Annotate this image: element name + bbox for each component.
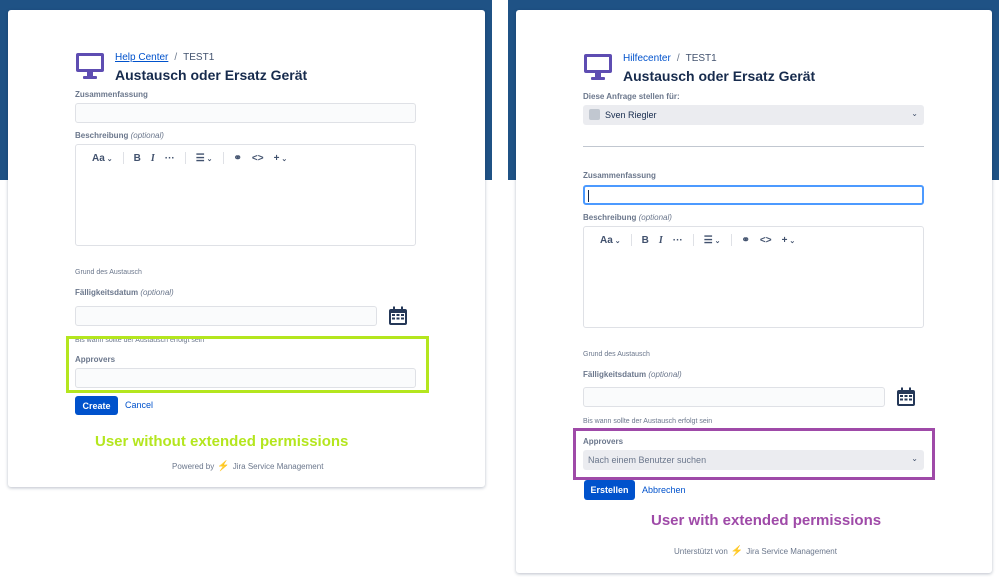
summary-input[interactable] — [583, 185, 924, 205]
breadcrumb: Hilfecenter / TEST1 — [623, 53, 717, 64]
due-date-label: Fälligkeitsdatum (optional) — [75, 288, 174, 297]
code-icon[interactable]: <> — [252, 153, 264, 164]
italic-button[interactable]: I — [151, 153, 155, 164]
text-style-button[interactable]: Aa ⌄ — [92, 153, 113, 164]
jira-bolt-icon: ⚡ — [730, 546, 744, 557]
breadcrumb-help-center[interactable]: Hilfecenter — [623, 53, 671, 64]
more-formatting-button[interactable]: ··· — [673, 235, 683, 246]
reason-label: Grund des Austausch — [75, 269, 142, 276]
create-button[interactable]: Erstellen — [584, 480, 635, 500]
request-for-label: Diese Anfrage stellen für: — [583, 92, 680, 101]
calendar-icon[interactable] — [896, 387, 916, 407]
link-icon[interactable]: ⚭ — [234, 153, 242, 164]
text-caret — [588, 190, 589, 202]
caption-without-permissions: User without extended permissions — [95, 433, 349, 450]
link-icon[interactable]: ⚭ — [742, 235, 750, 246]
list-button[interactable]: ☰ ⌄ — [704, 235, 721, 246]
due-date-input[interactable] — [75, 306, 377, 326]
powered-by-footer: Unterstützt von ⚡ Jira Service Management — [674, 546, 837, 557]
caption-with-permissions: User with extended permissions — [651, 512, 882, 529]
request-form-card: Help Center / TEST1 Austausch oder Ersatz … — [8, 10, 485, 487]
due-date-help: Bis wann sollte der Austausch erfolgt se… — [583, 418, 713, 425]
request-for-select[interactable]: Sven Riegler ⌄ — [583, 105, 924, 125]
more-formatting-button[interactable]: ··· — [165, 153, 175, 164]
insert-button[interactable]: + ⌄ — [782, 235, 796, 246]
due-date-label: Fälligkeitsdatum (optional) — [583, 370, 682, 379]
insert-button[interactable]: + ⌄ — [274, 153, 288, 164]
jira-bolt-icon: ⚡ — [217, 461, 230, 472]
monitor-icon — [584, 54, 612, 80]
summary-input[interactable] — [75, 103, 416, 123]
text-style-button[interactable]: Aa ⌄ — [600, 235, 621, 246]
breadcrumb-project[interactable]: TEST1 — [183, 52, 214, 63]
calendar-icon[interactable] — [388, 306, 408, 326]
monitor-icon — [76, 53, 104, 79]
description-editor[interactable]: Aa ⌄ B I ··· ☰ ⌄ ⚭ <> + ⌄ — [75, 144, 416, 246]
bold-button[interactable]: B — [642, 235, 649, 246]
cancel-link[interactable]: Cancel — [125, 400, 153, 410]
code-icon[interactable]: <> — [760, 235, 772, 246]
avatar — [589, 109, 600, 120]
breadcrumb: Help Center / TEST1 — [115, 52, 215, 63]
description-editor[interactable]: Aa ⌄ B I ··· ☰ ⌄ ⚭ <> + ⌄ — [583, 226, 924, 328]
powered-by-footer: Powered by ⚡ Jira Service Management — [172, 461, 324, 472]
italic-button[interactable]: I — [659, 235, 663, 246]
list-button[interactable]: ☰ ⌄ — [196, 153, 213, 164]
editor-toolbar: Aa ⌄ B I ··· ☰ ⌄ ⚭ <> + ⌄ — [92, 151, 297, 165]
approvers-highlight-box — [66, 336, 429, 393]
editor-toolbar: Aa ⌄ B I ··· ☰ ⌄ ⚭ <> + ⌄ — [600, 233, 805, 247]
page-title: Austausch oder Ersatz Gerät — [115, 67, 308, 83]
create-button[interactable]: Create — [75, 396, 118, 415]
page-title: Austausch oder Ersatz Gerät — [623, 68, 816, 84]
description-label: Beschreibung (optional) — [583, 213, 672, 222]
chevron-down-icon: ⌄ — [911, 109, 918, 118]
left-panel: Help Center / TEST1 Austausch oder Ersatz … — [0, 0, 492, 577]
right-panel: Hilfecenter / TEST1 Austausch oder Ersatz … — [508, 0, 999, 577]
description-label: Beschreibung (optional) — [75, 131, 164, 140]
reason-label: Grund des Austausch — [583, 351, 650, 358]
approvers-highlight-box — [573, 428, 935, 480]
summary-label: Zusammenfassung — [583, 171, 656, 180]
request-form-card: Hilfecenter / TEST1 Austausch oder Ersatz … — [516, 10, 992, 573]
bold-button[interactable]: B — [134, 153, 141, 164]
divider — [583, 146, 924, 147]
cancel-link[interactable]: Abbrechen — [642, 485, 686, 495]
due-date-input[interactable] — [583, 387, 885, 407]
breadcrumb-help-center[interactable]: Help Center — [115, 52, 168, 63]
summary-label: Zusammenfassung — [75, 90, 148, 99]
breadcrumb-project[interactable]: TEST1 — [686, 53, 717, 64]
